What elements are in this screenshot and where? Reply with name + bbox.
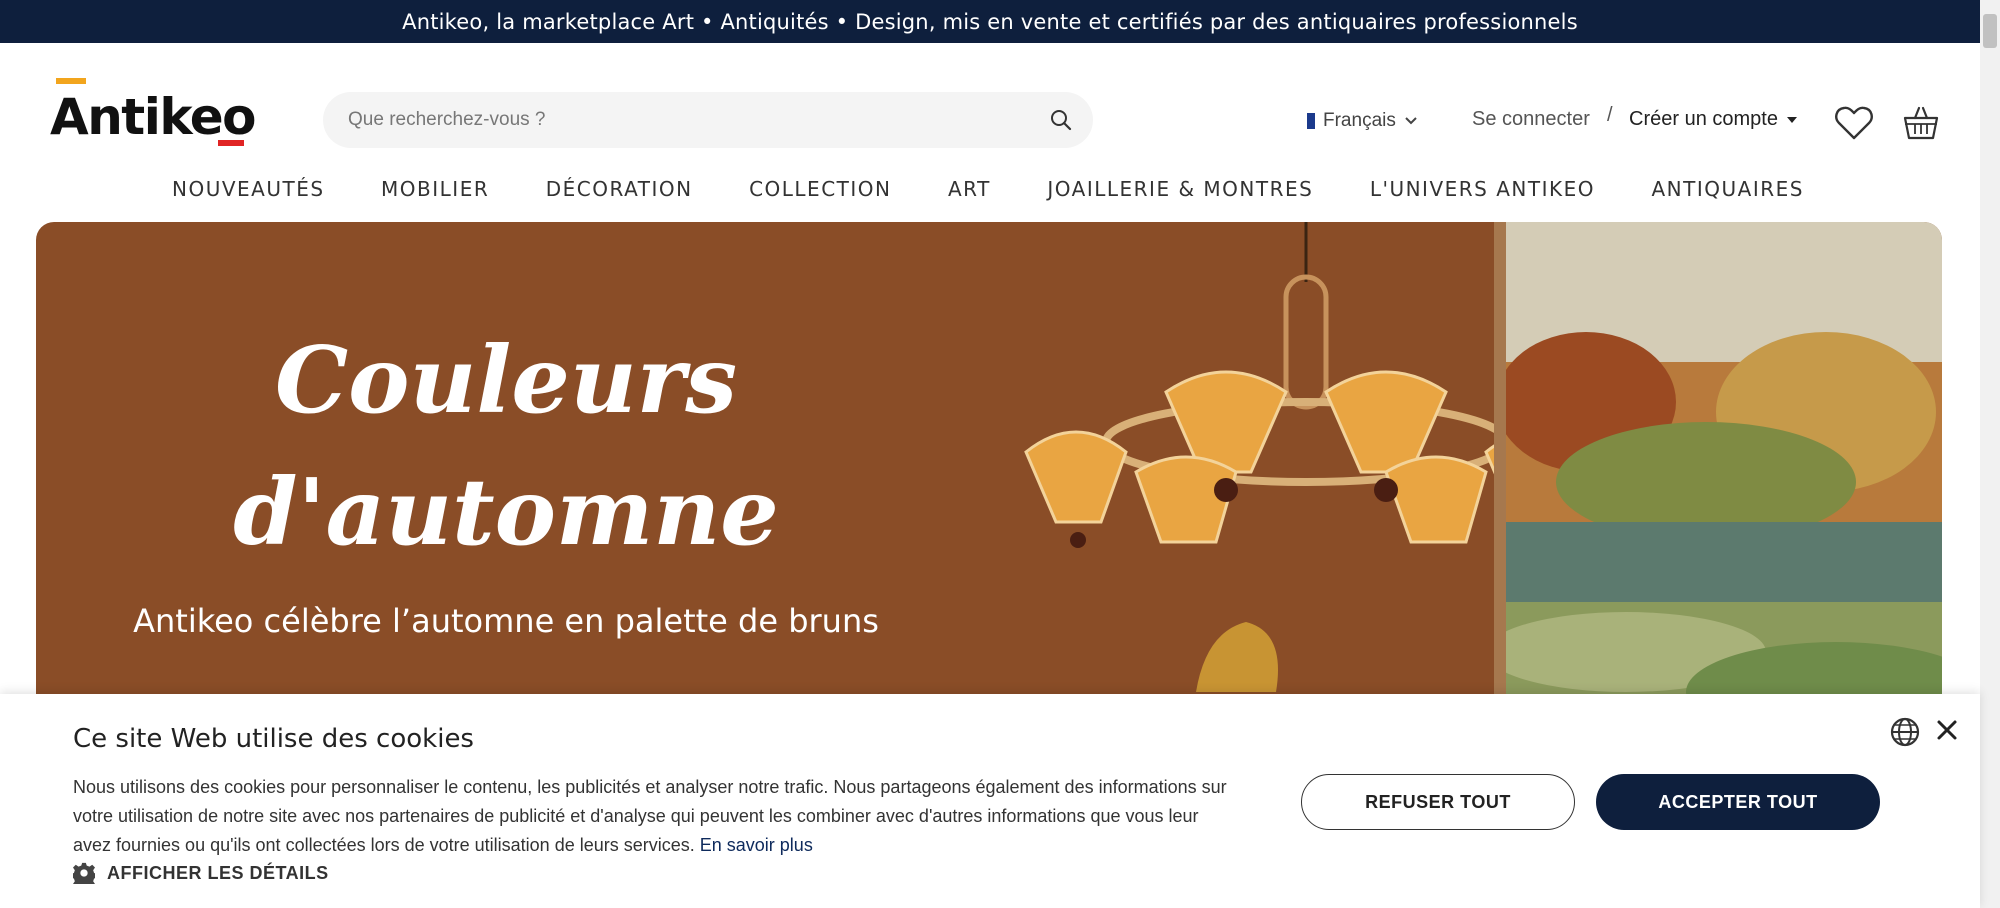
announcement-bar: Antikeo, la marketplace Art • Antiquités… — [0, 0, 1980, 43]
auth-separator: / — [1607, 104, 1613, 126]
cookie-title: Ce site Web utilise des cookies — [73, 724, 474, 754]
nav-item-decoration[interactable]: DÉCORATION — [546, 177, 693, 201]
nav-item-univers-antikeo[interactable]: L'UNIVERS ANTIKEO — [1370, 177, 1595, 201]
nav-item-nouveautes[interactable]: NOUVEAUTÉS — [172, 177, 325, 201]
cookie-banner: Ce site Web utilise des cookies Nous uti… — [0, 694, 1980, 908]
page-scrollbar[interactable] — [1980, 0, 2000, 908]
basket-icon — [1903, 106, 1939, 140]
learn-more-link[interactable]: En savoir plus — [700, 835, 813, 855]
nav-item-joaillerie-montres[interactable]: JOAILLERIE & MONTRES — [1047, 177, 1313, 201]
gear-icon — [73, 862, 95, 884]
login-link[interactable]: Se connecter — [1472, 108, 1590, 131]
globe-icon — [1890, 717, 1920, 747]
cart-button[interactable] — [1901, 102, 1941, 142]
wishlist-button[interactable] — [1834, 104, 1874, 142]
announcement-text: Antikeo, la marketplace Art • Antiquités… — [402, 9, 1578, 34]
cookie-close-button[interactable] — [1933, 716, 1961, 744]
cookie-text: Nous utilisons des cookies pour personna… — [73, 777, 1227, 855]
refuse-all-button[interactable]: REFUSER TOUT — [1301, 774, 1575, 830]
search-icon — [1051, 110, 1072, 131]
search-button[interactable] — [1032, 92, 1090, 148]
signup-label: Créer un compte — [1629, 108, 1778, 130]
scrollbar-thumb[interactable] — [1983, 14, 1997, 48]
search-bar[interactable] — [323, 92, 1093, 148]
nav-item-art[interactable]: ART — [948, 177, 991, 201]
language-label: Français — [1323, 110, 1396, 131]
cookie-language-button[interactable] — [1889, 716, 1921, 748]
signup-dropdown[interactable]: Créer un compte — [1629, 108, 1798, 131]
hero-text-block: Couleurs d'automne Antikeo célèbre l’aut… — [36, 314, 976, 640]
language-selector[interactable]: Français — [1307, 106, 1418, 136]
chevron-down-icon — [1405, 117, 1417, 125]
cookie-description: Nous utilisons des cookies pour personna… — [73, 773, 1233, 860]
hero-title-line-2: d'automne — [233, 458, 779, 566]
caret-down-icon — [1786, 116, 1797, 123]
logo-text: Antikeo — [50, 88, 257, 146]
flag-icon — [1307, 113, 1315, 129]
main-navigation: NOUVEAUTÉS MOBILIER DÉCORATION COLLECTIO… — [158, 157, 1818, 221]
accept-all-button[interactable]: ACCEPTER TOUT — [1596, 774, 1880, 830]
show-details-label: AFFICHER LES DÉTAILS — [107, 862, 329, 883]
logo-accent-bar — [56, 78, 86, 84]
nav-item-mobilier[interactable]: MOBILIER — [381, 177, 489, 201]
show-details-toggle[interactable]: AFFICHER LES DÉTAILS — [73, 862, 329, 884]
heart-icon — [1835, 106, 1873, 140]
logo-accent-underline — [218, 140, 244, 146]
search-input[interactable] — [346, 108, 1030, 132]
hero-subtitle: Antikeo célèbre l’automne en palette de … — [133, 602, 879, 640]
close-icon — [1937, 720, 1957, 740]
site-logo[interactable]: Antikeo — [50, 78, 257, 148]
nav-item-collection[interactable]: COLLECTION — [749, 177, 891, 201]
nav-item-antiquaires[interactable]: ANTIQUAIRES — [1652, 177, 1804, 201]
hero-title-line-1: Couleurs — [274, 326, 738, 434]
